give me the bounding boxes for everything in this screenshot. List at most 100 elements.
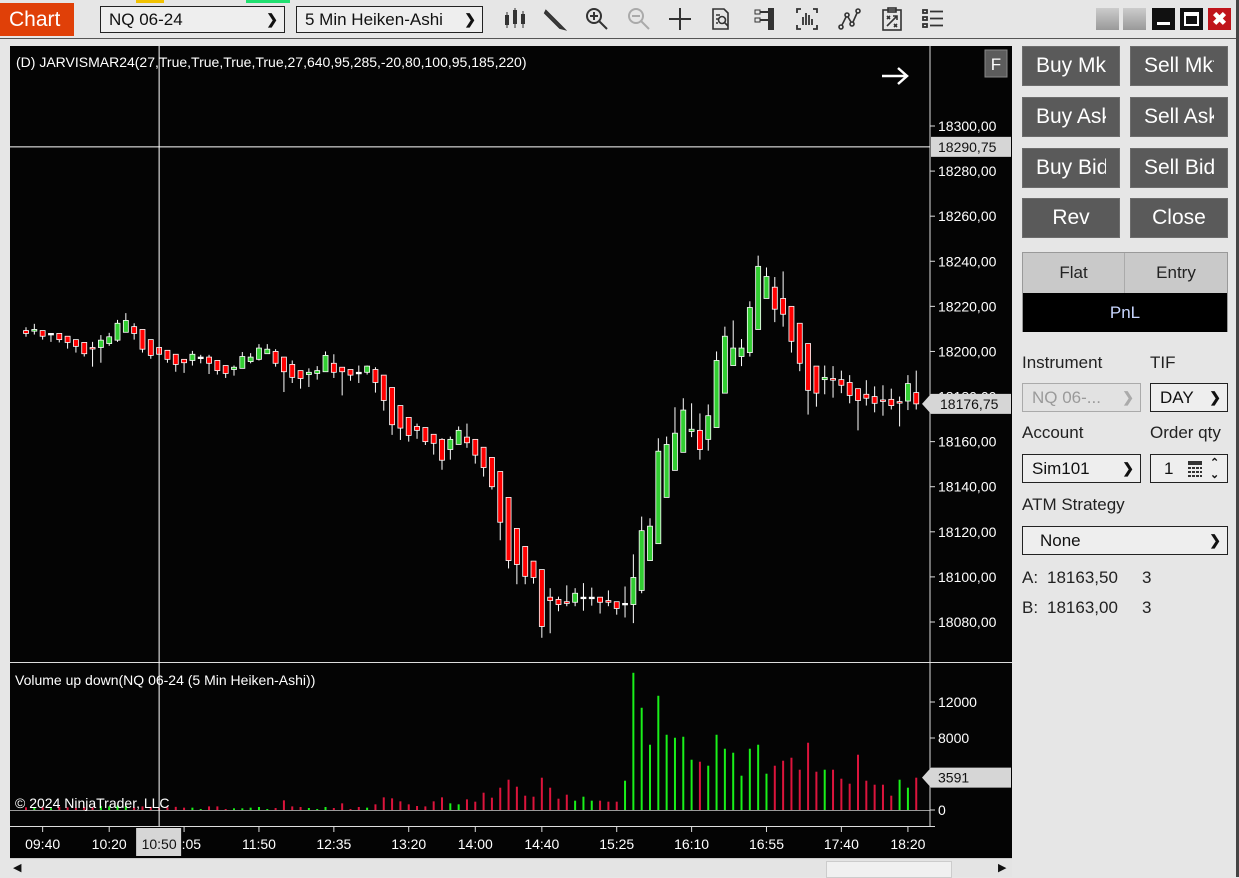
candle-body [796, 322, 803, 364]
pencil-icon[interactable] [541, 6, 567, 32]
volume-bar [432, 801, 435, 810]
candle [655, 438, 662, 545]
volume-bar [208, 806, 211, 810]
scroll-right-icon[interactable]: ▶ [998, 861, 1006, 874]
chart-trader-icon[interactable] [752, 6, 778, 32]
volume-bar [407, 804, 410, 810]
maximize-button[interactable] [1180, 8, 1203, 30]
close-icon: ✖ [1211, 9, 1228, 29]
price-tick-label: 18300,00 [938, 118, 997, 134]
candle-body [64, 335, 71, 343]
candle-body [871, 396, 878, 404]
candle-body [622, 602, 628, 606]
account-select[interactable]: Sim101 ❯ [1022, 454, 1141, 483]
volume-bar [757, 744, 760, 810]
volume-bar [815, 771, 818, 810]
candle-body [189, 353, 196, 361]
atm-strategy-select[interactable]: None ❯ [1022, 526, 1228, 555]
candle-body [905, 383, 911, 402]
volume-bar [174, 806, 177, 810]
instrument-select-value: NQ 06-... [1032, 388, 1101, 407]
volume-bar [582, 796, 585, 810]
chart-tab[interactable]: Chart [0, 3, 74, 36]
strategies-icon[interactable] [836, 6, 862, 32]
candle-body [372, 369, 379, 383]
bar-type-icon[interactable] [502, 6, 528, 32]
window-option-button-1[interactable] [1096, 8, 1119, 30]
candle-body [89, 347, 96, 350]
calculator-icon[interactable] [1187, 460, 1203, 478]
volume-bar [607, 801, 610, 810]
candle-body [746, 307, 753, 353]
candle [746, 301, 753, 357]
account-select-value: Sim101 [1032, 459, 1090, 478]
volume-bar [657, 695, 660, 810]
instrument-select[interactable]: NQ 06-... ❯ [1022, 383, 1141, 412]
close-position-button[interactable]: Close [1130, 198, 1228, 238]
minimize-button[interactable] [1152, 8, 1175, 30]
window-option-button-2[interactable] [1123, 8, 1146, 30]
bar-type-selector[interactable]: 5 Min Heiken-Ashi ❯ [296, 6, 483, 33]
volume-bar [574, 800, 577, 810]
sell-bid-button[interactable]: Sell Bid [1130, 148, 1228, 188]
candle-body [239, 356, 246, 369]
price-tick-label: 18280,00 [938, 163, 997, 179]
sell-market-button[interactable]: Sell Mkt [1130, 46, 1228, 86]
candle-body [896, 401, 903, 404]
time-tick-label: 12:35 [316, 836, 351, 852]
volume-bar [723, 748, 726, 810]
volume-bar [266, 809, 269, 810]
price-tick-label: 18220,00 [938, 298, 997, 314]
reverse-button[interactable]: Rev [1022, 198, 1120, 238]
order-qty-stepper[interactable]: 1 ⌃ ⌄ [1150, 454, 1228, 483]
scroll-left-icon[interactable]: ◀ [13, 861, 21, 874]
sell-ask-button[interactable]: Sell Ask [1130, 97, 1228, 137]
zoom-in-icon[interactable] [584, 6, 610, 32]
flatten-button[interactable]: F [984, 49, 1008, 78]
crosshair-icon[interactable] [667, 6, 693, 32]
volume-bar [782, 760, 785, 810]
templates-icon[interactable] [879, 6, 905, 32]
scrollbar-thumb[interactable] [826, 861, 952, 878]
volume-indicator-label: Volume up down(NQ 06-24 (5 Min Heiken-As… [15, 672, 315, 688]
properties-icon[interactable] [920, 6, 946, 32]
candle-body [563, 601, 570, 604]
volume-bar [507, 779, 510, 810]
candle-body [555, 599, 562, 605]
order-qty-value[interactable]: 1 [1164, 459, 1173, 478]
flatten-button-label: F [991, 55, 1001, 74]
zoom-out-icon[interactable] [626, 6, 652, 32]
volume-bar [357, 807, 360, 810]
data-box-icon[interactable] [709, 6, 735, 32]
candle-body [256, 347, 262, 360]
price-tick-label: 18240,00 [938, 253, 997, 269]
indicators-icon[interactable] [794, 6, 820, 32]
chevron-down-icon: ❯ [266, 11, 278, 27]
instrument-selector[interactable]: NQ 06-24 ❯ [100, 6, 285, 33]
candle-body [305, 371, 312, 375]
candle [489, 457, 495, 490]
candle-body [630, 577, 637, 605]
volume-bar [257, 807, 260, 810]
buy-bid-button[interactable]: Buy Bid [1022, 148, 1120, 188]
chart-panel[interactable]: (D) JARVISMAR24(27,True,True,True,True,2… [10, 46, 1012, 858]
buy-market-button[interactable]: Buy Mkt [1022, 46, 1120, 86]
horizontal-scrollbar[interactable]: ◀ ▶ [10, 858, 1012, 878]
candle-body [547, 596, 554, 601]
candle-body [738, 347, 745, 357]
tif-select[interactable]: DAY ❯ [1150, 383, 1228, 412]
buy-ask-button[interactable]: Buy Ask [1022, 97, 1120, 137]
chevron-down-icon: ❯ [1122, 460, 1134, 476]
entry-header: Entry [1125, 253, 1227, 293]
close-button[interactable]: ✖ [1208, 8, 1231, 30]
spinner-down-icon[interactable]: ⌄ [1210, 462, 1219, 489]
candle-body [721, 335, 728, 394]
atm-strategy-value: None [1040, 531, 1081, 550]
candle-body [538, 569, 545, 627]
tif-select-value: DAY [1160, 388, 1194, 407]
candle-body [655, 450, 662, 545]
candle-body [613, 601, 620, 609]
button-label: Sell Ask [1144, 105, 1214, 128]
tab-accent-yellow [136, 0, 164, 3]
bid-price: 18163,00 [1047, 598, 1118, 617]
